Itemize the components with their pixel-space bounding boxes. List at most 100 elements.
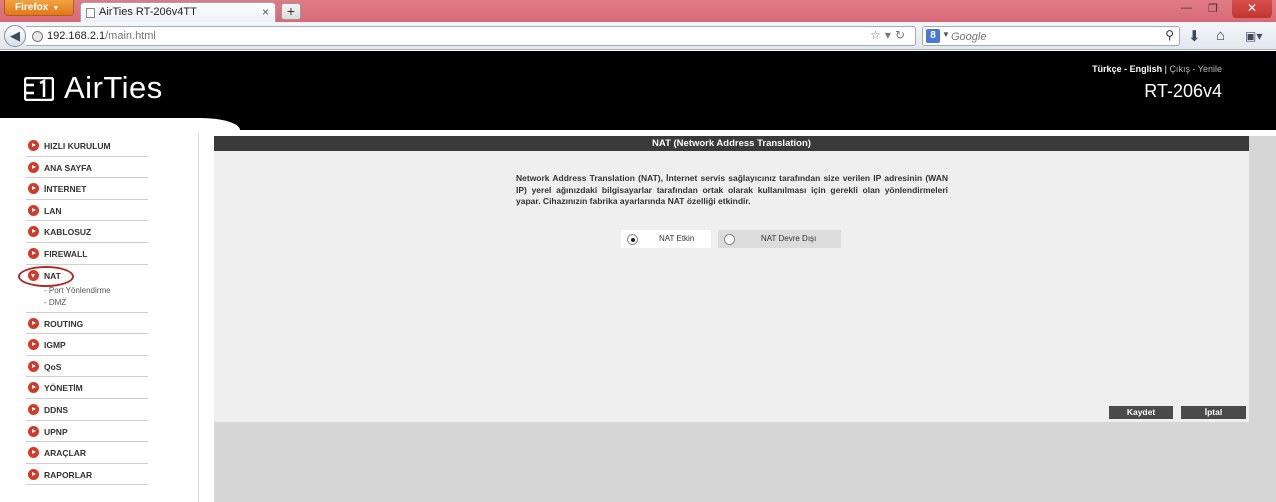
sidebar-item-label: ARAÇLAR — [44, 448, 87, 459]
nat-disabled-radio[interactable] — [724, 234, 735, 245]
sidebar-item-igmp[interactable]: IGMP — [26, 334, 148, 356]
browser-tab[interactable]: AirTies RT-206v4TT × — [80, 2, 276, 22]
header-dash: - — [1189, 64, 1198, 74]
new-tab-button[interactable]: + — [281, 3, 301, 20]
search-box[interactable]: 8 ▼ ⚲ — [922, 26, 1180, 46]
sidebar-item-label: IGMP — [44, 340, 66, 351]
nat-enabled-radio[interactable] — [627, 234, 638, 245]
arrow-right-icon — [28, 247, 39, 259]
window-close-button[interactable]: ✕ — [1232, 0, 1272, 18]
sidebar-item-ana-sayfa[interactable]: ANA SAYFA — [26, 157, 148, 179]
sidebar-item-internet[interactable]: İNTERNET — [26, 178, 148, 200]
tab-close-icon[interactable]: × — [262, 3, 269, 22]
arrow-right-icon — [28, 447, 39, 459]
sidebar-item-label: YÖNETİM — [44, 383, 83, 394]
url-host: 192.168.2.1 — [47, 30, 106, 42]
sidebar-item-yonetim[interactable]: YÖNETİM — [26, 377, 148, 399]
sidebar-item-label: HIZLI KURULUM — [44, 141, 111, 151]
arrow-right-icon — [28, 382, 39, 394]
search-engine-dropdown-icon[interactable]: ▼ — [942, 30, 950, 39]
lang-turkish-link[interactable]: Türkçe — [1092, 64, 1122, 74]
sidebar-item-label: KABLOSUZ — [44, 227, 92, 238]
language-links: Türkçe - English | Çıkış - Yenile — [1092, 64, 1222, 74]
sidebar-item-araclar[interactable]: ARAÇLAR — [26, 442, 148, 464]
nat-description: Network Address Translation (NAT), İnter… — [516, 173, 948, 206]
arrow-right-icon — [28, 468, 39, 480]
nat-disabled-option[interactable]: NAT Devre Dışı — [718, 230, 841, 248]
sidebar-item-label: ROUTING — [44, 318, 84, 329]
sidebar-subitem-dmz[interactable]: - DMZ — [44, 298, 66, 307]
firefox-menu-label: Firefox — [15, 2, 49, 13]
page-favicon-icon — [86, 8, 95, 18]
home-icon[interactable]: ⌂ — [1216, 27, 1225, 44]
arrow-right-icon — [28, 226, 39, 238]
cancel-button[interactable]: İptal — [1181, 406, 1246, 419]
arrow-down-icon[interactable] — [28, 269, 39, 281]
header-curve — [0, 118, 240, 132]
sidebar-item-label: UPNP — [44, 426, 68, 437]
right-gutter — [1249, 136, 1276, 422]
bookmark-star-icon[interactable]: ☆▾↻ — [870, 28, 909, 42]
sidebar-subitem-port-yonlendirme[interactable]: - Port Yönlendirme — [44, 286, 111, 295]
arrow-right-icon — [28, 161, 39, 173]
save-button[interactable]: Kaydet — [1109, 406, 1173, 419]
nat-enabled-label: NAT Etkin — [659, 234, 695, 243]
lang-separator: - — [1121, 64, 1130, 74]
url-path: /main.html — [105, 30, 156, 42]
sidebar-item-label: FIREWALL — [44, 248, 88, 259]
sidebar-item-firewall[interactable]: FIREWALL — [26, 243, 148, 265]
sidebar-item-kablosuz[interactable]: KABLOSUZ — [26, 221, 148, 243]
sidebar-item-ddns[interactable]: DDNS — [26, 399, 148, 421]
sidebar-item-label: LAN — [44, 205, 62, 216]
lang-english-link[interactable]: English — [1130, 64, 1163, 74]
panel-title: NAT (Network Address Translation) — [214, 136, 1249, 151]
sidebar-item-nat: NAT - Port Yönlendirme - DMZ — [18, 265, 148, 313]
sidebar-item-nat-label[interactable]: NAT — [44, 271, 61, 281]
back-arrow-icon[interactable]: ◀ — [4, 25, 26, 47]
arrow-right-icon — [28, 140, 39, 151]
sidebar-item-qos[interactable]: QoS — [26, 356, 148, 378]
sidebar-item-hizli-kurulum[interactable]: HIZLI KURULUM — [26, 135, 148, 157]
sidebar-item-upnp[interactable]: UPNP — [26, 421, 148, 443]
search-icon[interactable]: ⚲ — [1165, 28, 1174, 42]
sidebar-item-label: ANA SAYFA — [44, 162, 93, 173]
browser-tab-bar: Firefox ▼ AirTies RT-206v4TT × + — ❐ ✕ — [0, 0, 1276, 22]
sidebar-menu: HIZLI KURULUM ANA SAYFA İNTERNET LAN KAB… — [18, 135, 148, 486]
arrow-right-icon — [28, 339, 39, 351]
sidebar-item-label: İNTERNET — [44, 184, 87, 195]
browser-nav-bar: ◀ 192.168.2.1/main.html ☆▾↻ 8 ▼ ⚲ ⬇ ⌂ ▣▾ — [0, 22, 1276, 50]
address-bar[interactable]: 192.168.2.1/main.html ☆▾↻ — [26, 26, 916, 46]
minimize-icon[interactable]: — — [1181, 2, 1192, 14]
search-input[interactable] — [951, 29, 1151, 44]
sidebar-item-routing[interactable]: ROUTING — [26, 313, 148, 335]
restore-icon[interactable]: ❐ — [1208, 2, 1218, 15]
sidebar-divider — [198, 132, 199, 502]
nat-panel: NAT (Network Address Translation) Networ… — [214, 136, 1249, 422]
address-url[interactable]: 192.168.2.1/main.html — [47, 30, 156, 42]
downloads-icon[interactable]: ⬇ — [1188, 27, 1201, 45]
nat-enabled-option[interactable]: NAT Etkin — [621, 230, 711, 248]
sidebar-item-label: DDNS — [44, 404, 69, 415]
menu-icon[interactable]: ▣▾ — [1245, 29, 1262, 43]
logo-text: AirTies — [64, 70, 163, 105]
chevron-down-icon: ▼ — [52, 5, 60, 12]
sidebar-item-raporlar[interactable]: RAPORLAR — [26, 464, 148, 486]
nat-disabled-label: NAT Devre Dışı — [761, 234, 817, 243]
content-footer-area — [214, 422, 1276, 502]
arrow-right-icon — [28, 403, 39, 415]
arrow-right-icon — [28, 204, 39, 216]
google-search-engine-icon[interactable]: 8 — [926, 29, 940, 43]
device-model: RT-206v4 — [1144, 81, 1222, 101]
sidebar-item-lan[interactable]: LAN — [26, 200, 148, 222]
globe-icon — [32, 31, 43, 42]
arrow-right-icon — [28, 425, 39, 437]
logout-link[interactable]: Çıkış — [1169, 64, 1190, 74]
sidebar-item-label: RAPORLAR — [44, 469, 93, 480]
sidebar-item-label: QoS — [44, 361, 62, 372]
firefox-menu-button[interactable]: Firefox ▼ — [4, 0, 74, 16]
arrow-right-icon — [28, 183, 39, 195]
airties-logo-icon — [24, 77, 54, 101]
refresh-link[interactable]: Yenile — [1198, 64, 1222, 74]
browser-tab-title: AirTies RT-206v4TT — [99, 6, 197, 18]
arrow-right-icon — [28, 317, 39, 329]
